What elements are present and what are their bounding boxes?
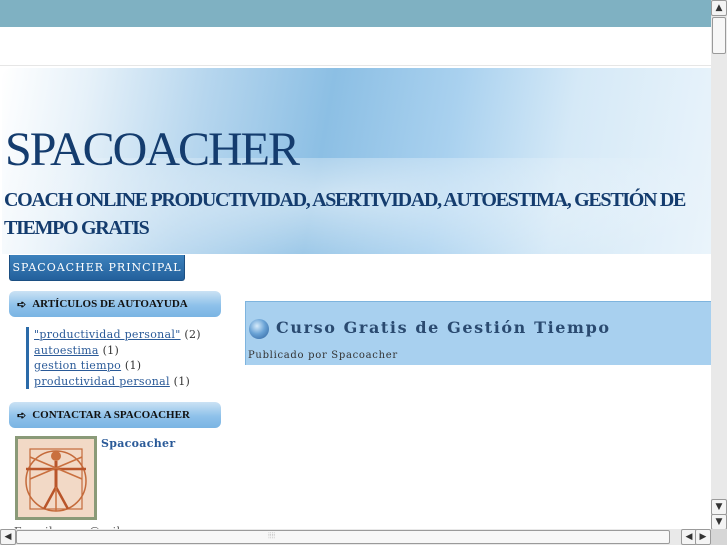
profile-name-link[interactable]: Spacoacher (101, 437, 175, 450)
horizontal-scroll-thumb[interactable] (16, 530, 670, 544)
vertical-scroll-thumb[interactable] (712, 17, 726, 54)
labels-widget-heading: ➪ ARTÍCULOS DE AUTOAYUDA (9, 291, 221, 317)
label-link[interactable]: "productividad personal" (34, 328, 181, 341)
label-count: (2) (184, 328, 201, 341)
post-title[interactable]: Curso Gratis de Gestión Tiempo (276, 318, 611, 337)
scroll-up-button[interactable]: ▲ (711, 0, 727, 16)
scroll-down-button-upper[interactable]: ▼ (711, 499, 727, 515)
post-meta: Publicado por Spacoacher (248, 350, 398, 361)
hand-arrow-right-icon: ➪ (17, 409, 27, 422)
contact-widget-heading: ➪ CONTACTAR A SPACOACHER (9, 402, 221, 428)
scroll-right-button[interactable]: ▶ (695, 529, 711, 545)
label-count: (1) (173, 374, 191, 388)
blog-subtitle: COACH ONLINE PRODUCTIVIDAD, ASERTIVIDAD,… (4, 189, 686, 239)
nav-tab-home[interactable]: SPACOACHER PRINCIPAL (9, 255, 185, 281)
list-item: productividad personal (1) (26, 373, 201, 389)
label-link[interactable]: gestion tiempo (34, 359, 121, 372)
top-spacer (0, 27, 711, 66)
scroll-left-button[interactable]: ◀ (0, 529, 16, 545)
grip-icon: ⦙⦙⦙⦙ (268, 531, 276, 540)
list-item: autoestima (1) (26, 342, 201, 358)
scrollbar-corner (711, 529, 727, 545)
label-count: (1) (124, 359, 142, 372)
list-item: gestion tiempo (1) (26, 358, 201, 374)
label-list: "productividad personal" (2) autoestima … (26, 327, 201, 389)
blog-title[interactable]: SPACOACHER (5, 122, 300, 177)
blue-orb-icon (249, 319, 269, 339)
hand-arrow-right-icon: ➪ (17, 298, 27, 311)
browser-top-bar (0, 0, 711, 27)
label-link[interactable]: autoestima (34, 344, 99, 357)
vertical-scrollbar[interactable]: ▲ ▼ ▼ (711, 0, 727, 530)
labels-heading-text: ARTÍCULOS DE AUTOAYUDA (32, 298, 188, 310)
scroll-down-button[interactable]: ▼ (711, 514, 727, 530)
list-item: "productividad personal" (2) (26, 327, 201, 343)
blog-header: SPACOACHER COACH ONLINE PRODUCTIVIDAD, A… (2, 68, 711, 254)
post-header: Curso Gratis de Gestión Tiempo Publicado… (245, 301, 712, 365)
contact-heading-text: CONTACTAR A SPACOACHER (32, 409, 190, 421)
avatar[interactable] (15, 436, 97, 520)
horizontal-scrollbar[interactable]: ◀ ⦙⦙⦙⦙ ◀ ▶ (0, 529, 711, 545)
label-link[interactable]: productividad personal (34, 375, 170, 388)
vitruvian-man-icon (18, 439, 94, 517)
label-count: (1) (102, 343, 120, 357)
